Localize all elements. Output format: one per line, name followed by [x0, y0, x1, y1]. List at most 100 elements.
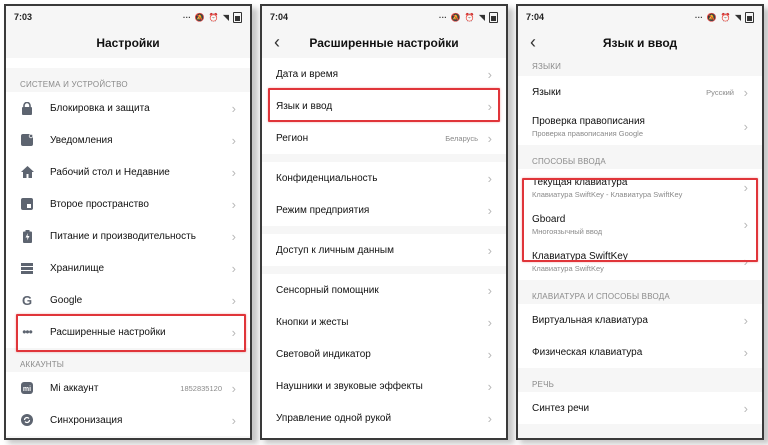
settings-list-accounts: mi Mi аккаунт 1852835120 › Синхронизация…	[6, 372, 250, 436]
settings-item-tts[interactable]: Синтез речи ›	[518, 392, 762, 424]
chevron-right-icon: ›	[231, 100, 236, 116]
status-time: 7:04	[270, 12, 289, 22]
settings-item-spellcheck[interactable]: Проверка правописания Проверка правописа…	[518, 108, 762, 145]
language-value: Русский	[706, 87, 734, 97]
settings-list-2: Конфиденциальность › Режим предприятия ›	[262, 162, 506, 226]
svg-text:mi: mi	[23, 386, 31, 393]
settings-item-mi-account[interactable]: mi Mi аккаунт 1852835120 ›	[6, 372, 250, 404]
settings-item-enterprise[interactable]: Режим предприятия ›	[262, 194, 506, 226]
lock-icon	[20, 101, 34, 115]
page-header: ‹ Расширенные настройки	[262, 28, 506, 58]
notifications-icon	[20, 133, 34, 147]
sync-icon	[20, 413, 34, 427]
settings-item-google[interactable]: G Google ›	[6, 284, 250, 316]
chevron-right-icon: ›	[231, 380, 236, 396]
more-dots-icon: ···	[694, 12, 703, 22]
phone-screen-advanced-settings: 7:04 ··· 🔕 ⏰ ◥ ‹ Расширенные настройки Д…	[260, 4, 508, 440]
chevron-right-icon: ›	[231, 164, 236, 180]
battery-icon	[20, 229, 34, 243]
chevron-right-icon: ›	[231, 292, 236, 308]
list-item-partial	[6, 58, 250, 68]
settings-list-1: Дата и время › Язык и ввод › Регион Бела…	[262, 58, 506, 154]
mute-icon: 🔕	[194, 12, 205, 22]
chevron-right-icon: ›	[743, 84, 748, 100]
account-id: 1852835120	[180, 383, 222, 393]
chevron-right-icon: ›	[231, 260, 236, 276]
settings-item-desktop[interactable]: Рабочий стол и Недавние ›	[6, 156, 250, 188]
settings-item-languages[interactable]: Языки Русский ›	[518, 76, 762, 108]
settings-list-languages: Языки Русский › Проверка правописания Пр…	[518, 76, 762, 145]
status-icons: ··· 🔕 ⏰ ◥	[438, 11, 498, 23]
section-header-system: СИСТЕМА И УСТРОЙСТВО	[20, 80, 128, 89]
alarm-icon: ⏰	[720, 12, 731, 22]
settings-item-personal-data-access[interactable]: Доступ к личным данным ›	[262, 234, 506, 266]
settings-item-region[interactable]: Регион Беларусь ›	[262, 122, 506, 154]
settings-item-led-indicator[interactable]: Световой индикатор ›	[262, 338, 506, 370]
page-title: Язык и ввод	[602, 36, 678, 50]
wifi-icon: ◥	[222, 12, 229, 22]
home-icon	[20, 165, 34, 179]
settings-item-notifications[interactable]: Уведомления ›	[6, 124, 250, 156]
settings-item-one-hand[interactable]: Управление одной рукой ›	[262, 402, 506, 434]
status-bar: 7:04 ··· 🔕 ⏰ ◥	[262, 6, 506, 28]
settings-item-touch-assistant[interactable]: Сенсорный помощник ›	[262, 274, 506, 306]
chevron-right-icon: ›	[487, 66, 492, 82]
alarm-icon: ⏰	[464, 12, 475, 22]
region-value: Беларусь	[445, 133, 478, 143]
chevron-right-icon: ›	[487, 170, 492, 186]
more-dots-icon: ···	[182, 12, 191, 22]
settings-list-input-methods: Текущая клавиатура Клавиатура SwiftKey -…	[518, 169, 762, 280]
status-bar: 7:03 ··· 🔕 ⏰ ◥	[6, 6, 250, 28]
settings-list-system: Блокировка и защита › Уведомления › Рабо…	[6, 92, 250, 348]
status-time: 7:04	[526, 12, 545, 22]
settings-item-swiftkey[interactable]: Клавиатура SwiftKey Клавиатура SwiftKey …	[518, 243, 762, 280]
settings-item-second-space[interactable]: Второе пространство ›	[6, 188, 250, 220]
settings-list-keyboard: Виртуальная клавиатура › Физическая клав…	[518, 304, 762, 368]
chevron-right-icon: ›	[231, 412, 236, 428]
chevron-right-icon: ›	[231, 324, 236, 340]
settings-item-storage[interactable]: Хранилище ›	[6, 252, 250, 284]
chevron-right-icon: ›	[231, 132, 236, 148]
battery-icon	[745, 11, 754, 23]
back-arrow-icon[interactable]: ‹	[274, 33, 280, 51]
section-header-languages: ЯЗЫКИ	[532, 62, 562, 71]
chevron-right-icon: ›	[231, 228, 236, 244]
settings-list-3: Доступ к личным данным ›	[262, 234, 506, 266]
chevron-right-icon: ›	[487, 98, 492, 114]
alarm-icon: ⏰	[208, 12, 219, 22]
settings-item-advanced[interactable]: ••• Расширенные настройки ›	[6, 316, 250, 348]
mi-account-icon: mi	[20, 381, 34, 395]
chevron-right-icon: ›	[487, 202, 492, 218]
second-space-icon	[20, 197, 34, 211]
settings-item-gboard[interactable]: Gboard Многоязычный ввод ›	[518, 206, 762, 243]
more-dots-icon: ···	[438, 12, 447, 22]
storage-icon	[20, 261, 34, 275]
section-header-input-methods: СПОСОБЫ ВВОДА	[532, 157, 606, 166]
status-bar: 7:04 ··· 🔕 ⏰ ◥	[518, 6, 762, 28]
settings-item-language-input[interactable]: Язык и ввод ›	[262, 90, 506, 122]
settings-item-sync[interactable]: Синхронизация ›	[6, 404, 250, 436]
chevron-right-icon: ›	[743, 217, 748, 232]
chevron-right-icon: ›	[231, 196, 236, 212]
settings-item-lock[interactable]: Блокировка и защита ›	[6, 92, 250, 124]
settings-item-headphones[interactable]: Наушники и звуковые эффекты ›	[262, 370, 506, 402]
status-time: 7:03	[14, 12, 33, 22]
settings-item-physical-keyboard[interactable]: Физическая клавиатура ›	[518, 336, 762, 368]
settings-item-date-time[interactable]: Дата и время ›	[262, 58, 506, 90]
chevron-right-icon: ›	[487, 130, 492, 146]
status-icons: ··· 🔕 ⏰ ◥	[182, 11, 242, 23]
phone-screen-language-input: 7:04 ··· 🔕 ⏰ ◥ ‹ Язык и ввод ЯЗЫКИ Языки…	[516, 4, 764, 440]
settings-item-privacy[interactable]: Конфиденциальность ›	[262, 162, 506, 194]
settings-item-current-keyboard[interactable]: Текущая клавиатура Клавиатура SwiftKey -…	[518, 169, 762, 206]
chevron-right-icon: ›	[487, 378, 492, 394]
section-header-speech: РЕЧЬ	[532, 380, 555, 389]
chevron-right-icon: ›	[487, 346, 492, 362]
wifi-icon: ◥	[478, 12, 485, 22]
settings-item-virtual-keyboard[interactable]: Виртуальная клавиатура ›	[518, 304, 762, 336]
settings-item-buttons-gestures[interactable]: Кнопки и жесты ›	[262, 306, 506, 338]
page-header: ‹ Язык и ввод	[518, 28, 762, 58]
chevron-right-icon: ›	[743, 312, 748, 328]
back-arrow-icon[interactable]: ‹	[530, 33, 536, 51]
settings-item-power[interactable]: Питание и производительность ›	[6, 220, 250, 252]
mute-icon: 🔕	[706, 12, 717, 22]
